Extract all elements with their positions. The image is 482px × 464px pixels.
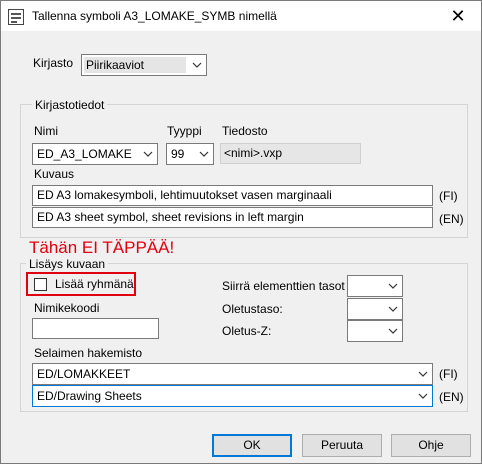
- chevron-down-icon: [199, 151, 209, 157]
- close-icon[interactable]: ✕: [435, 1, 481, 31]
- default-layer-combo[interactable]: [347, 298, 403, 320]
- cancel-button[interactable]: Peruuta: [302, 434, 382, 457]
- name-combo[interactable]: ED_A3_LOMAKE: [32, 143, 158, 165]
- short-code-field[interactable]: [32, 318, 159, 339]
- chevron-down-icon: [143, 151, 153, 157]
- browser-dir-en-combo[interactable]: ED/Drawing Sheets: [32, 385, 433, 407]
- browser-dir-fi-lang: (FI): [439, 367, 458, 381]
- type-combo[interactable]: 99: [166, 143, 214, 165]
- chevron-down-icon: [192, 62, 202, 68]
- short-code-label: Nimikekoodi: [34, 301, 100, 315]
- default-layer-label: Oletustaso:: [222, 302, 283, 316]
- title-bar: Tallenna symboli A3_LOMAKE_SYMB nimellä …: [1, 1, 481, 31]
- save-symbol-dialog: Tallenna symboli A3_LOMAKE_SYMB nimellä …: [0, 0, 482, 464]
- default-z-combo[interactable]: [347, 320, 403, 342]
- app-icon: [8, 9, 24, 25]
- browser-dir-fi-value: ED/LOMAKKEET: [37, 367, 131, 381]
- chevron-down-icon: [388, 283, 398, 289]
- description-en-lang: (EN): [439, 212, 464, 226]
- library-select[interactable]: Piirikaaviot: [81, 54, 207, 76]
- ok-button[interactable]: OK: [212, 434, 292, 457]
- warning-annotation: Tähän EI TÄPPÄÄ!: [29, 238, 175, 257]
- default-z-label: Oletus-Z:: [222, 324, 272, 338]
- library-info-title: Kirjastotiedot: [32, 98, 108, 112]
- move-layers-combo[interactable]: [347, 275, 403, 297]
- help-button[interactable]: Ohje: [391, 434, 471, 457]
- description-label: Kuvaus: [34, 167, 75, 181]
- browser-dir-label: Selaimen hakemisto: [34, 346, 143, 360]
- chevron-down-icon: [388, 328, 398, 334]
- description-fi-lang: (FI): [439, 189, 458, 203]
- file-label: Tiedosto: [222, 124, 268, 138]
- description-fi-field[interactable]: ED A3 lomakesymboli, lehtimuutokset vase…: [32, 185, 433, 206]
- type-label: Tyyppi: [167, 124, 202, 138]
- browser-dir-en-value: ED/Drawing Sheets: [37, 389, 142, 403]
- description-en-field[interactable]: ED A3 sheet symbol, sheet revisions in l…: [32, 207, 433, 228]
- move-layers-label: Siirrä elementtien tasot: [222, 279, 345, 293]
- name-label: Nimi: [34, 124, 58, 138]
- chevron-down-icon: [418, 371, 428, 377]
- add-to-group-label: Lisää ryhmänä: [55, 277, 134, 291]
- type-value: 99: [171, 147, 185, 161]
- add-to-group-checkbox[interactable]: [34, 278, 47, 291]
- browser-dir-en-lang: (EN): [439, 390, 464, 404]
- chevron-down-icon: [388, 306, 398, 312]
- add-to-image-title: Lisäys kuvaan: [26, 257, 109, 271]
- browser-dir-fi-combo[interactable]: ED/LOMAKKEET: [32, 363, 433, 385]
- name-value: ED_A3_LOMAKE: [37, 147, 132, 161]
- window-title: Tallenna symboli A3_LOMAKE_SYMB nimellä: [32, 9, 277, 23]
- library-label: Kirjasto: [33, 56, 74, 70]
- file-field: <nimi>.vxp: [220, 143, 361, 164]
- chevron-down-icon: [418, 393, 428, 399]
- library-value: Piirikaaviot: [86, 58, 145, 72]
